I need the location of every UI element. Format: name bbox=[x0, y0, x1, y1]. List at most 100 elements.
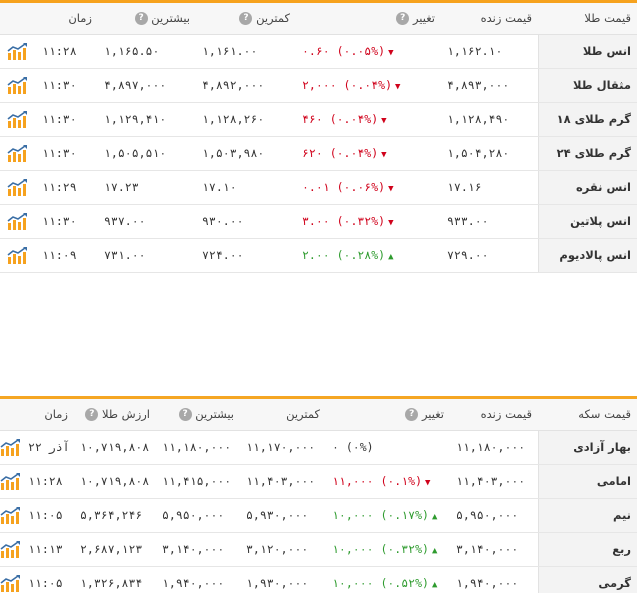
row-change-value: ۲,۰۰۰ (۰.۰۴%) bbox=[302, 78, 393, 92]
header-value-label: ارزش طلا bbox=[101, 407, 150, 422]
row-high: ۷۳۱.۰۰ bbox=[98, 238, 196, 273]
row-change-value: ۱۱,۰۰۰ (۰.۱%) bbox=[332, 474, 423, 488]
header-time: زمان bbox=[36, 3, 98, 35]
row-name: انس پالادیوم bbox=[537, 238, 637, 273]
coin-table-header: قیمت سکه قیمت زنده تغییر ? کمترین بیشتری… bbox=[0, 399, 637, 431]
table-row[interactable]: انس طلا ۱,۱۶۲.۱۰ ۰.۶۰ (۰.۰۵%) ▼ ۱,۱۶۱.۰۰ ۱,۱۶… bbox=[0, 34, 637, 69]
chart-icon bbox=[7, 43, 27, 60]
row-chart-button[interactable] bbox=[0, 430, 22, 465]
table-row[interactable]: نیم ۵,۹۵۰,۰۰۰ ۱۰,۰۰۰ (۰.۱۷%) ▲ ۵,۹۳۰,۰۰۰ ۵,۹۵… bbox=[0, 498, 637, 533]
row-live: ۴,۸۹۳,۰۰۰ bbox=[441, 68, 538, 103]
row-chart-button[interactable] bbox=[0, 102, 36, 137]
triangle-down-icon: ▼ bbox=[388, 218, 394, 228]
row-change-value: ۰.۶۰ (۰.۰۵%) bbox=[302, 44, 386, 58]
row-time: ۱۱:۳۰ bbox=[36, 68, 98, 103]
table-row[interactable]: مثقال طلا ۴,۸۹۳,۰۰۰ ۲,۰۰۰ (۰.۰۴%) ▼ ۴,۸۹۲,۰۰… bbox=[0, 68, 637, 103]
row-chart-button[interactable] bbox=[0, 498, 22, 533]
table-row[interactable]: گرمی ۱,۹۴۰,۰۰۰ ۱۰,۰۰۰ (۰.۵۲%) ▲ ۱,۹۳۰,۰۰۰ ۱,۹… bbox=[0, 566, 637, 593]
row-chart-button[interactable] bbox=[0, 170, 36, 205]
table-row[interactable]: گرم طلای ۱۸ ۱,۱۲۸,۴۹۰ ۴۶۰ (۰.۰۴%) ▼ ۱,۱۲۸,۲۶… bbox=[0, 102, 637, 137]
header-change: تغییر ? bbox=[326, 399, 450, 431]
row-chart-button[interactable] bbox=[0, 464, 22, 499]
chart-icon bbox=[0, 575, 20, 592]
row-time: ۱۱:۰۹ bbox=[36, 238, 98, 273]
row-chart-button[interactable] bbox=[0, 238, 36, 273]
table-row[interactable]: امامی ۱۱,۴۰۳,۰۰۰ ۱۱,۰۰۰ (۰.۱%) ▼ ۱۱,۴۰۳,۰۰۰ ۱… bbox=[0, 464, 637, 499]
row-change-value: ۳.۰۰ (۰.۳۲%) bbox=[302, 214, 386, 228]
row-high: ۱,۱۲۹,۴۱۰ bbox=[98, 102, 196, 137]
triangle-up-icon: ▲ bbox=[431, 580, 438, 590]
row-value: ۵,۳۶۴,۲۴۶ bbox=[74, 498, 156, 533]
row-time: ۱۱:۳۰ bbox=[36, 102, 98, 137]
row-value: ۲,۶۸۷,۱۲۳ bbox=[74, 532, 156, 567]
coin-price-table: قیمت سکه قیمت زنده تغییر ? کمترین بیشتری… bbox=[0, 399, 637, 593]
row-live: ۱,۱۶۲.۱۰ bbox=[441, 34, 538, 69]
header-gold-name: قیمت طلا bbox=[538, 3, 637, 35]
row-high: ۱۷.۲۳ bbox=[98, 170, 196, 205]
row-change: ۰.۶۰ (۰.۰۵%) ▼ bbox=[296, 34, 441, 69]
row-time: ۱۱:۱۳ bbox=[22, 532, 74, 567]
row-live: ۹۳۳.۰۰ bbox=[441, 204, 538, 239]
question-icon[interactable]: ? bbox=[85, 408, 99, 422]
row-low: ۷۲۴.۰۰ bbox=[196, 238, 296, 273]
row-high: ۱۱,۱۸۰,۰۰۰ bbox=[156, 430, 240, 465]
question-icon[interactable]: ? bbox=[178, 408, 192, 422]
row-value: ۱۰,۷۱۹,۸۰۸ bbox=[74, 464, 156, 499]
table-row[interactable]: بهار آزادی ۱۱,۱۸۰,۰۰۰ ۰ (۰%) ۱۱,۱۷۰,۰۰۰ ۱۱,۱… bbox=[0, 430, 637, 465]
question-icon[interactable]: ? bbox=[239, 12, 253, 26]
header-change-label: تغییر bbox=[421, 407, 444, 422]
row-low: ۱۱,۴۰۳,۰۰۰ bbox=[240, 464, 326, 499]
row-low: ۱۷.۱۰ bbox=[196, 170, 296, 205]
row-low: ۳,۱۲۰,۰۰۰ bbox=[240, 532, 326, 567]
chart-icon bbox=[7, 145, 27, 162]
row-low: ۵,۹۳۰,۰۰۰ bbox=[240, 498, 326, 533]
row-live: ۱,۹۴۰,۰۰۰ bbox=[450, 566, 538, 593]
row-change: ۰.۰۱ (۰.۰۶%) ▼ bbox=[296, 170, 441, 205]
row-chart-button[interactable] bbox=[0, 34, 36, 69]
row-change: ۱۱,۰۰۰ (۰.۱%) ▼ bbox=[326, 464, 450, 499]
row-low: ۱,۱۶۱.۰۰ bbox=[196, 34, 296, 69]
header-live-price: قیمت زنده bbox=[441, 3, 538, 35]
row-value: ۱۰,۷۱۹,۸۰۸ bbox=[74, 430, 156, 465]
table-row[interactable]: انس پلاتین ۹۳۳.۰۰ ۳.۰۰ (۰.۳۲%) ▼ ۹۳۰.۰۰ ۹۳۷.۰… bbox=[0, 204, 637, 239]
row-name: بهار آزادی bbox=[537, 430, 637, 465]
row-chart-button[interactable] bbox=[0, 136, 36, 171]
row-live: ۱,۵۰۴,۲۸۰ bbox=[441, 136, 538, 171]
triangle-down-icon: ▼ bbox=[381, 116, 387, 126]
row-time: ۱۱:۳۰ bbox=[36, 204, 98, 239]
chart-icon bbox=[7, 111, 27, 128]
question-icon[interactable]: ? bbox=[396, 12, 410, 26]
row-live: ۷۲۹.۰۰ bbox=[441, 238, 538, 273]
question-icon[interactable]: ? bbox=[134, 12, 148, 26]
table-row[interactable]: گرم طلای ۲۴ ۱,۵۰۴,۲۸۰ ۶۲۰ (۰.۰۴%) ▼ ۱,۵۰۳,۹۸… bbox=[0, 136, 637, 171]
row-name: ربع bbox=[537, 532, 637, 567]
row-name: انس نقره bbox=[537, 170, 637, 205]
row-low: ۱,۹۳۰,۰۰۰ bbox=[240, 566, 326, 593]
row-name: انس طلا bbox=[537, 34, 637, 69]
row-name: مثقال طلا bbox=[537, 68, 637, 103]
row-chart-button[interactable] bbox=[0, 68, 36, 103]
row-change-value: ۱۰,۰۰۰ (۰.۳۲%) bbox=[332, 542, 429, 556]
row-change-value: ۴۶۰ (۰.۰۴%) bbox=[302, 112, 379, 126]
row-low: ۹۳۰.۰۰ bbox=[196, 204, 296, 239]
row-high: ۱۱,۴۱۵,۰۰۰ bbox=[156, 464, 240, 499]
row-chart-button[interactable] bbox=[0, 204, 36, 239]
question-icon[interactable]: ? bbox=[405, 408, 419, 422]
table-row[interactable]: انس پالادیوم ۷۲۹.۰۰ ۲.۰۰ (۰.۲۸%) ▲ ۷۲۴.۰۰ ۷۳۱… bbox=[0, 238, 637, 273]
row-chart-button[interactable] bbox=[0, 532, 22, 567]
chart-icon bbox=[0, 439, 20, 456]
row-low: ۴,۸۹۲,۰۰۰ bbox=[196, 68, 296, 103]
row-change: ۶۲۰ (۰.۰۴%) ▼ bbox=[296, 136, 441, 171]
row-live: ۱۱,۴۰۳,۰۰۰ bbox=[450, 464, 538, 499]
row-name: گرمی bbox=[537, 566, 637, 593]
row-time: ۱۱:۲۸ bbox=[36, 34, 98, 69]
table-row[interactable]: ربع ۳,۱۴۰,۰۰۰ ۱۰,۰۰۰ (۰.۳۲%) ▲ ۳,۱۲۰,۰۰۰ ۳,۱۴… bbox=[0, 532, 637, 567]
row-low: ۱۱,۱۷۰,۰۰۰ bbox=[240, 430, 326, 465]
triangle-down-icon: ▼ bbox=[395, 82, 401, 92]
row-change: ۲.۰۰ (۰.۲۸%) ▲ bbox=[296, 238, 441, 273]
row-chart-button[interactable] bbox=[0, 566, 22, 593]
header-high-label: بیشترین bbox=[195, 407, 234, 422]
row-live: ۱۷.۱۶ bbox=[441, 170, 538, 205]
header-low: کمترین bbox=[240, 399, 326, 431]
table-row[interactable]: انس نقره ۱۷.۱۶ ۰.۰۱ (۰.۰۶%) ▼ ۱۷.۱۰ ۱۷.۲۳ ۱۱:۲… bbox=[0, 170, 637, 205]
